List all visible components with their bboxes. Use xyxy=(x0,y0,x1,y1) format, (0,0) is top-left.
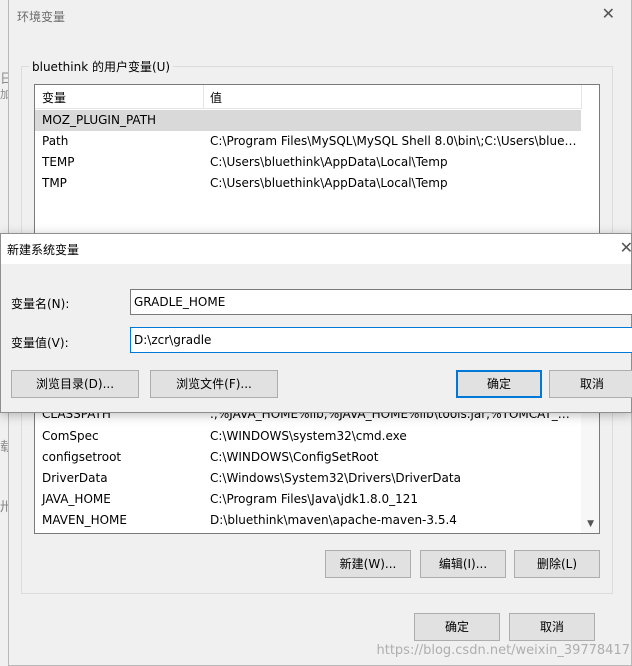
browse-directory-button[interactable]: 浏览目录(D)... xyxy=(11,370,139,398)
dialog-title: 新建系统变量 xyxy=(7,243,80,257)
variable-value: C:\Users\bluethink\AppData\Local\Temp xyxy=(210,176,448,190)
list-item[interactable]: DriverData C:\Windows\System32\Drivers\D… xyxy=(35,468,581,489)
list-item[interactable]: TEMP C:\Users\bluethink\AppData\Local\Te… xyxy=(35,152,581,173)
browse-file-button[interactable]: 浏览文件(F)... xyxy=(150,370,278,398)
edit-variable-button[interactable]: 编辑(I)... xyxy=(420,550,506,578)
column-divider[interactable] xyxy=(581,85,582,109)
variable-name: JAVA_HOME xyxy=(42,492,111,506)
variable-value: C:\WINDOWS\system32\cmd.exe xyxy=(210,429,407,443)
column-header-variable[interactable]: 变量 xyxy=(42,89,66,106)
list-item[interactable]: ComSpec C:\WINDOWS\system32\cmd.exe xyxy=(35,426,581,447)
delete-variable-button[interactable]: 删除(L) xyxy=(514,550,600,578)
variable-name: configsetroot xyxy=(42,450,122,464)
variable-value: C:\WINDOWS\ConfigSetRoot xyxy=(210,450,379,464)
title-bar[interactable]: 新建系统变量 ✕ xyxy=(1,234,632,264)
variable-value: C:\Program Files\Java\jdk1.8.0_121 xyxy=(210,492,419,506)
variable-name: ComSpec xyxy=(42,429,99,443)
variable-value: C:\Program Files\MySQL\MySQL Shell 8.0\b… xyxy=(210,134,578,148)
scroll-down-icon[interactable]: ▼ xyxy=(587,519,594,529)
close-icon[interactable]: ✕ xyxy=(620,238,632,257)
variable-name: Path xyxy=(42,134,69,148)
list-item[interactable]: MOZ_PLUGIN_PATH xyxy=(35,110,581,131)
watermark: https://blog.csdn.net/weixin_39778417 xyxy=(376,643,630,658)
ok-button[interactable]: 确定 xyxy=(414,613,500,641)
column-header-value[interactable]: 值 xyxy=(210,89,222,106)
system-variables-list[interactable]: CLASSPATH .;%JAVA_HOME%lib;%JAVA_HOME%li… xyxy=(34,398,600,534)
cancel-button[interactable]: 取消 xyxy=(509,613,595,641)
dialog-title: 环境变量 xyxy=(17,10,66,24)
variable-name: DriverData xyxy=(42,471,108,485)
variable-name-input[interactable] xyxy=(130,289,632,315)
variable-value: D:\bluethink\maven\apache-maven-3.5.4 xyxy=(210,513,457,527)
new-variable-button[interactable]: 新建(W)... xyxy=(325,550,411,578)
variable-name: TEMP xyxy=(42,155,75,169)
new-system-variable-dialog: 新建系统变量 ✕ 变量名(N): 变量值(V): 浏览目录(D)... 浏览文件… xyxy=(0,233,632,413)
list-item[interactable]: configsetroot C:\WINDOWS\ConfigSetRoot xyxy=(35,447,581,468)
list-item[interactable]: JAVA_HOME C:\Program Files\Java\jdk1.8.0… xyxy=(35,489,581,510)
variable-value-input[interactable] xyxy=(130,327,632,353)
variable-name: MOZ_PLUGIN_PATH xyxy=(42,113,157,127)
ok-button[interactable]: 确定 xyxy=(456,370,542,398)
list-item[interactable]: MAVEN_HOME D:\bluethink\maven\apache-mav… xyxy=(35,510,581,531)
vertical-scrollbar[interactable] xyxy=(581,398,599,533)
list-header: 变量 值 xyxy=(35,85,582,109)
variable-name-label: 变量名(N): xyxy=(11,297,70,311)
variable-name: TMP xyxy=(42,176,67,190)
variable-value: C:\Users\bluethink\AppData\Local\Temp xyxy=(210,155,448,169)
list-item[interactable]: TMP C:\Users\bluethink\AppData\Local\Tem… xyxy=(35,173,581,194)
close-icon[interactable]: ✕ xyxy=(602,4,615,23)
user-variables-label: bluethink 的用户变量(U) xyxy=(29,58,174,75)
column-divider[interactable] xyxy=(203,85,204,109)
list-item[interactable]: Path C:\Program Files\MySQL\MySQL Shell … xyxy=(35,131,581,152)
cancel-button[interactable]: 取消 xyxy=(549,370,632,398)
user-variables-list[interactable]: 变量 值 MOZ_PLUGIN_PATH Path C:\Program Fil… xyxy=(34,84,600,244)
variable-value-label: 变量值(V): xyxy=(11,336,69,350)
variable-name: MAVEN_HOME xyxy=(42,513,127,527)
variable-value: C:\Windows\System32\Drivers\DriverData xyxy=(210,471,461,485)
